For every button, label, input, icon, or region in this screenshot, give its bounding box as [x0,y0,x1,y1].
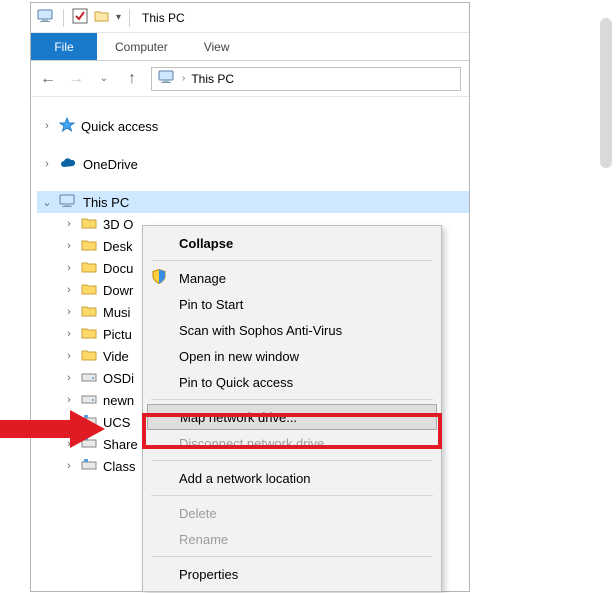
tree-label: Pictu [103,327,132,342]
ctx-properties[interactable]: Properties [143,561,441,587]
nav-up-button[interactable]: ↑ [123,71,141,87]
qat-separator [63,9,64,27]
chevron-right-icon[interactable]: › [41,120,53,132]
cloud-icon [59,157,77,172]
tree-label: newn [103,393,134,408]
chevron-right-icon[interactable]: › [63,218,75,230]
tree-label: Quick access [81,119,158,134]
tree-label: 3D O [103,217,133,232]
tree-onedrive[interactable]: › OneDrive [37,153,469,175]
nav-row: ← → ⌄ ↑ › This PC [31,61,469,97]
menu-separator [151,556,433,557]
tree-quick-access[interactable]: › Quick access [37,115,469,137]
chevron-right-icon[interactable]: › [63,394,75,406]
ctx-rename[interactable]: Rename [143,526,441,552]
chevron-right-icon[interactable]: › [63,306,75,318]
this-pc-icon [59,194,77,211]
folder-icon [81,305,97,320]
chevron-right-icon: › [182,73,185,84]
ctx-label: Manage [179,271,226,286]
nav-recent-dropdown[interactable]: ⌄ [95,74,113,84]
tree-label: OSDi [103,371,134,386]
tree-label: Class [103,459,136,474]
chevron-right-icon[interactable]: › [63,438,75,450]
tree-label: Vide [103,349,129,364]
breadcrumb-this-pc[interactable]: This PC [191,72,234,86]
menu-separator [151,495,433,496]
chevron-right-icon[interactable]: › [63,350,75,362]
ctx-manage[interactable]: Manage [143,265,441,291]
this-pc-icon [37,9,55,26]
menu-separator [151,399,433,400]
ctx-scan-sophos[interactable]: Scan with Sophos Anti-Virus [143,317,441,343]
folder-icon [81,349,97,364]
drive-icon [81,393,97,408]
tab-view[interactable]: View [186,33,248,60]
page-scrollbar[interactable] [600,18,612,168]
chevron-down-icon[interactable]: ⌄ [41,196,53,209]
tree-label: OneDrive [83,157,138,172]
this-pc-icon [158,70,176,87]
tree-label: Share [103,437,138,452]
quick-access-toolbar: ▾ This PC [31,3,469,33]
new-folder-icon[interactable] [94,9,110,26]
qat-customize-dropdown[interactable]: ▾ [116,12,121,23]
window-title: This PC [142,11,185,25]
network-drive-icon [81,459,97,474]
chevron-right-icon[interactable]: › [63,240,75,252]
tree-label: Docu [103,261,133,276]
chevron-right-icon[interactable]: › [63,460,75,472]
ctx-disconnect-network-drive[interactable]: Disconnect network drive... [143,430,441,456]
menu-separator [151,260,433,261]
ctx-delete[interactable]: Delete [143,500,441,526]
folder-icon [81,261,97,276]
shield-icon [151,269,167,288]
chevron-right-icon[interactable]: › [41,158,53,170]
nav-forward-button[interactable]: → [67,71,85,87]
chevron-right-icon[interactable]: › [63,416,75,428]
nav-back-button[interactable]: ← [39,71,57,87]
chevron-right-icon[interactable]: › [63,262,75,274]
tab-computer[interactable]: Computer [97,33,186,60]
menu-separator [151,460,433,461]
chevron-right-icon[interactable]: › [63,284,75,296]
folder-icon [81,239,97,254]
tree-label: Musi [103,305,130,320]
tree-label: UCS [103,415,130,430]
ctx-open-new-window[interactable]: Open in new window [143,343,441,369]
drive-icon [81,371,97,386]
tree-label: Dowr [103,283,133,298]
tab-file[interactable]: File [31,33,97,60]
folder-icon [81,217,97,232]
properties-checkbox-icon[interactable] [72,8,88,27]
star-icon [59,117,75,136]
ctx-pin-quick-access[interactable]: Pin to Quick access [143,369,441,395]
tree-label: Desk [103,239,133,254]
ctx-add-network-location[interactable]: Add a network location [143,465,441,491]
chevron-right-icon[interactable]: › [63,328,75,340]
folder-icon [81,327,97,342]
tree-this-pc[interactable]: ⌄ This PC [37,191,469,213]
address-bar[interactable]: › This PC [151,67,461,91]
tree-label: This PC [83,195,129,210]
ctx-map-network-drive[interactable]: Map network drive... [147,404,437,430]
network-drive-icon [81,415,97,430]
folder-icon [81,283,97,298]
qat-separator [129,9,130,27]
ctx-pin-to-start[interactable]: Pin to Start [143,291,441,317]
context-menu: Collapse Manage Pin to Start Scan with S… [142,225,442,592]
network-drive-icon [81,437,97,452]
ctx-collapse[interactable]: Collapse [143,230,441,256]
chevron-right-icon[interactable]: › [63,372,75,384]
ribbon-tabs: File Computer View [31,33,469,61]
